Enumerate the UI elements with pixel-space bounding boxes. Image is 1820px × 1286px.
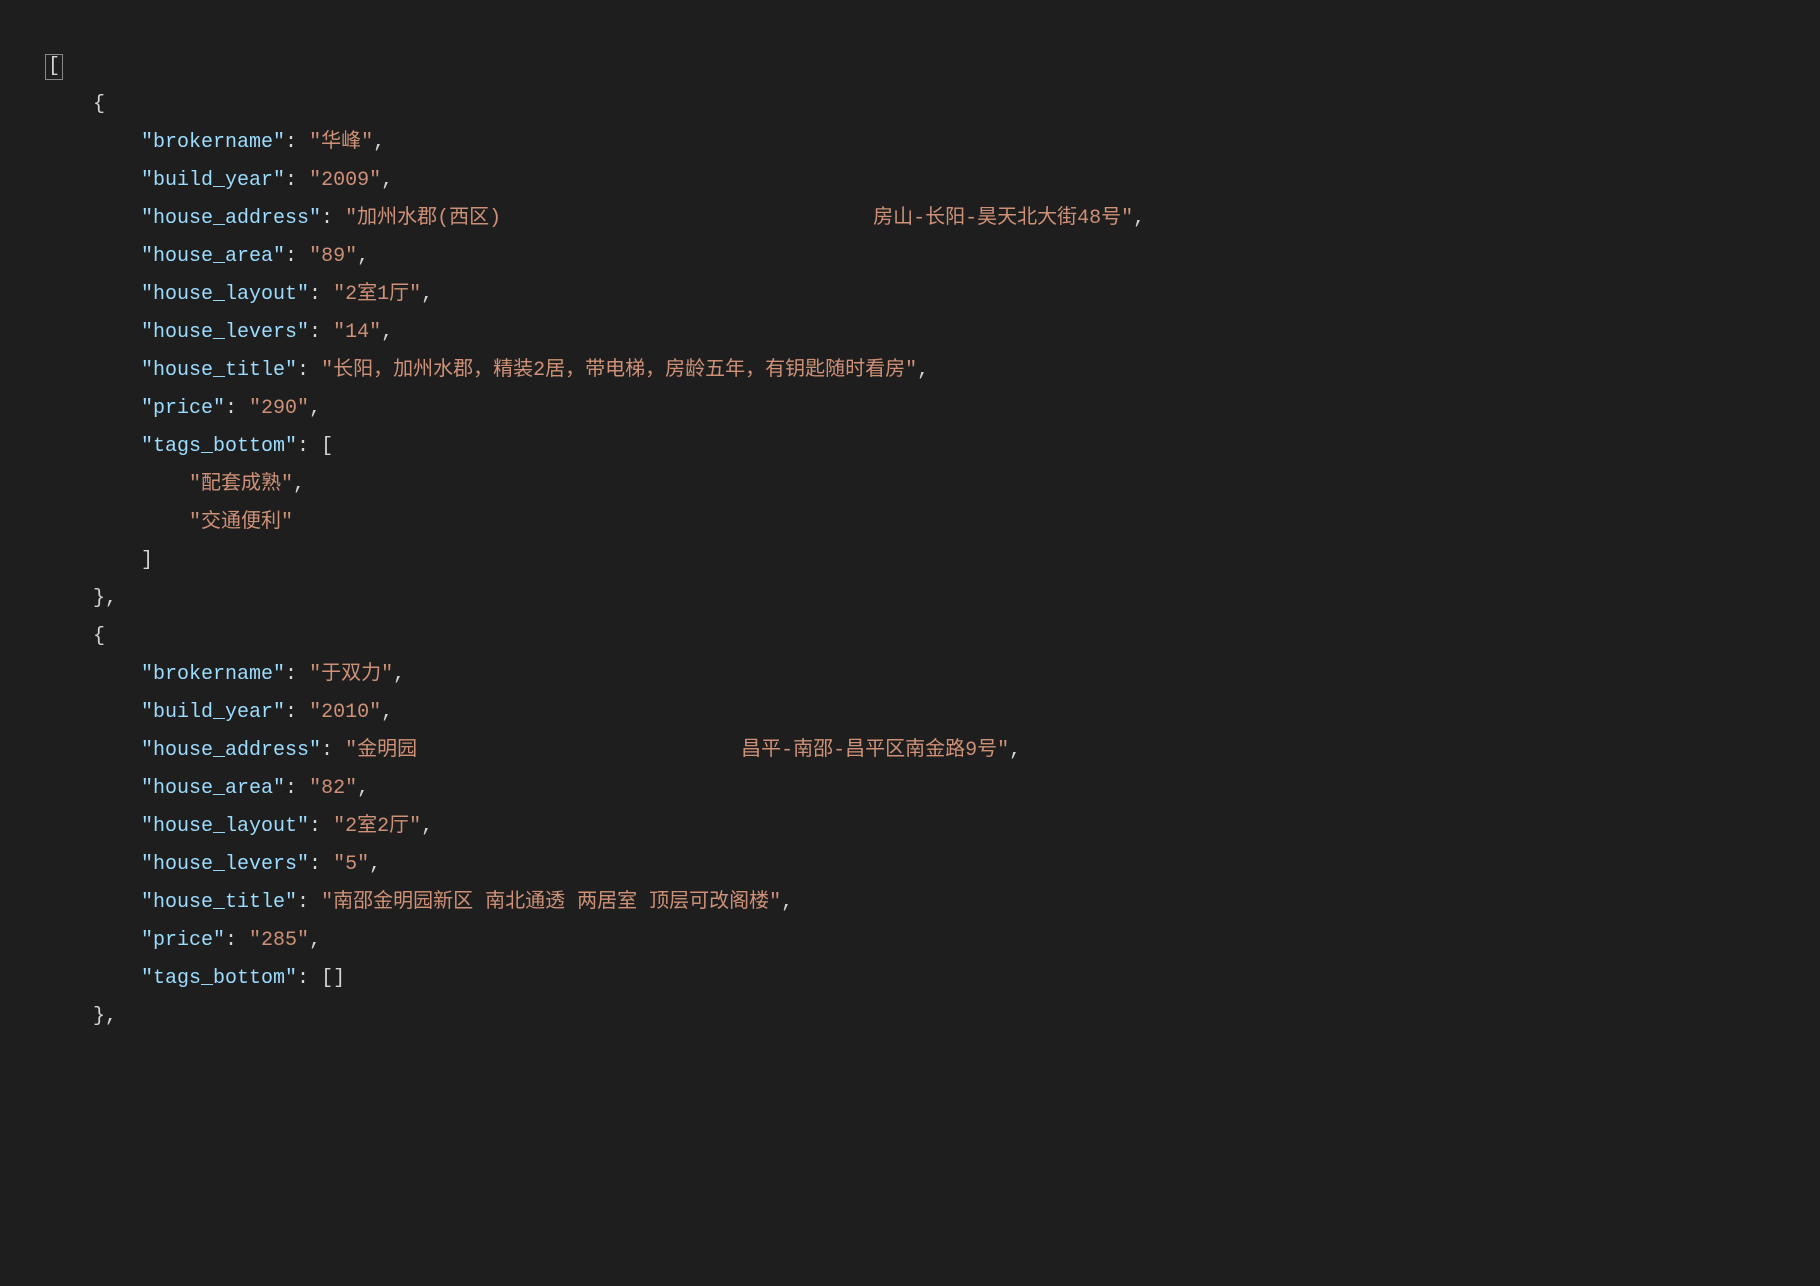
json-string: "南邵金明园新区 南北通透 两居室 顶层可改阁楼" [321,891,781,914]
json-string: "配套成熟" [189,473,293,496]
json-key: "price" [141,397,225,420]
json-string: "2009" [309,169,381,192]
object-close-brace: }, [93,1005,117,1028]
json-string: "2010" [309,701,381,724]
json-key: "tags_bottom" [141,967,297,990]
json-string: "于双力" [309,663,393,686]
json-string: "加州水郡(西区) 房山-长阳-昊天北大街48号" [345,207,1133,230]
json-key: "house_area" [141,245,285,268]
json-string: "290" [249,397,309,420]
object-close-brace: }, [93,587,117,610]
json-key: "house_levers" [141,321,309,344]
json-key: "price" [141,929,225,952]
json-key: "house_title" [141,359,297,382]
array-close-bracket: ] [141,549,153,572]
json-string: "交通便利" [189,511,293,534]
json-key: "house_layout" [141,815,309,838]
code-editor[interactable]: [ { "brokername": "华峰", "build_year": "2… [0,0,1820,1056]
cursor: [ [45,54,63,80]
array-open-bracket: [ [321,435,333,458]
json-key: "house_area" [141,777,285,800]
object-open-brace: { [93,93,105,116]
json-key: "house_layout" [141,283,309,306]
json-key: "house_address" [141,207,321,230]
json-key: "brokername" [141,663,285,686]
json-key: "brokername" [141,131,285,154]
json-string: "2室1厅" [333,283,421,306]
json-string: "华峰" [309,131,373,154]
json-key: "house_title" [141,891,297,914]
json-string: "长阳，加州水郡，精装2居，带电梯，房龄五年，有钥匙随时看房" [321,359,917,382]
json-key: "build_year" [141,169,285,192]
array-open-bracket: [ [48,55,60,78]
json-key: "build_year" [141,701,285,724]
object-open-brace: { [93,625,105,648]
json-string: "金明园 昌平-南邵-昌平区南金路9号" [345,739,1009,762]
json-key: "tags_bottom" [141,435,297,458]
json-string: "14" [333,321,381,344]
json-string: "82" [309,777,357,800]
empty-array: [] [321,967,345,990]
json-string: "89" [309,245,357,268]
json-key: "house_address" [141,739,321,762]
json-key: "house_levers" [141,853,309,876]
json-string: "2室2厅" [333,815,421,838]
json-string: "285" [249,929,309,952]
json-string: "5" [333,853,369,876]
